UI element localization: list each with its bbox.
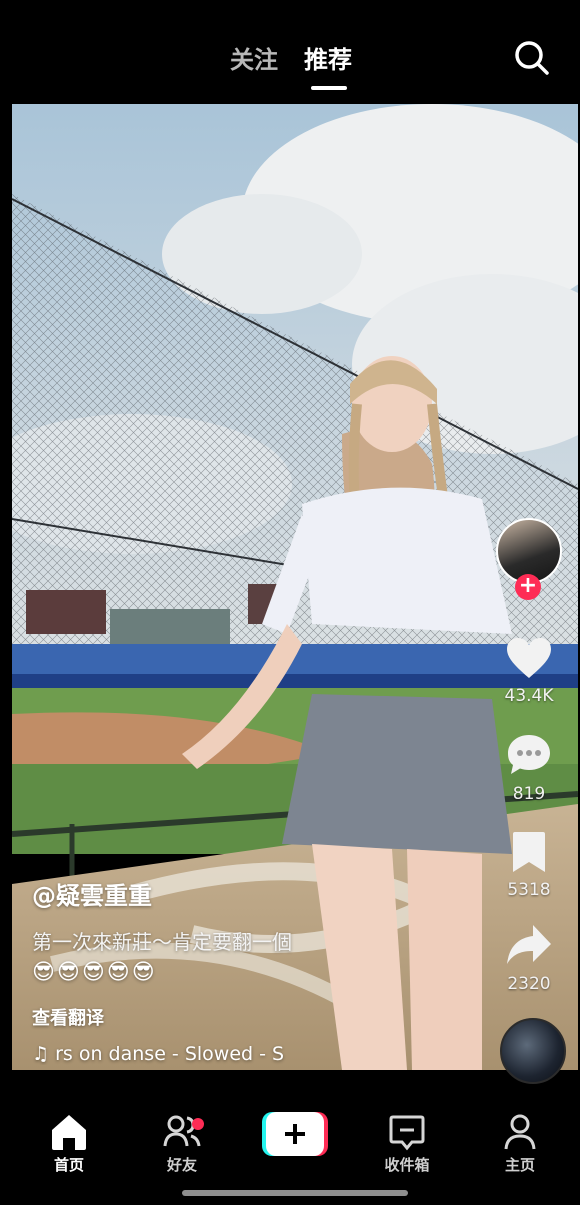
nav-home[interactable]: 首页 — [29, 1112, 109, 1175]
tab-for-you-label: 推荐 — [304, 46, 352, 74]
video-caption: 第一次來新莊～肯定要翻一個 — [32, 930, 292, 954]
notification-dot — [192, 1118, 204, 1130]
app-frame: 关注 推荐 + 43.4K 819 5318 2320 @疑雲重重 第一次來新莊… — [0, 0, 580, 1205]
author-username[interactable]: @疑雲重重 — [32, 876, 152, 911]
like-count: 43.4K — [504, 686, 554, 706]
favorite-count: 5318 — [507, 880, 551, 900]
inbox-icon — [389, 1115, 425, 1151]
share-count: 2320 — [507, 974, 551, 994]
music-disc[interactable] — [500, 1018, 566, 1084]
heart-icon — [507, 638, 551, 678]
nav-friends-label: 好友 — [166, 1156, 197, 1174]
search-icon — [515, 41, 549, 75]
nav-inbox[interactable]: 收件箱 — [367, 1112, 447, 1175]
create-plus-icon — [262, 1112, 328, 1156]
tab-following[interactable]: 关注 — [230, 40, 278, 75]
bookmark-icon — [513, 832, 545, 872]
home-icon — [52, 1115, 86, 1150]
translate-link[interactable]: 查看翻译 — [32, 1004, 104, 1030]
home-indicator — [182, 1190, 408, 1196]
nav-profile-label: 主页 — [504, 1156, 535, 1174]
share-arrow-icon — [507, 925, 551, 964]
feed-tabs: 关注 推荐 — [230, 40, 352, 90]
top-navigation: 关注 推荐 — [0, 0, 580, 104]
create-button[interactable] — [262, 1112, 328, 1156]
creator-avatar[interactable]: + — [496, 518, 562, 600]
music-note-icon: ♫ — [32, 1043, 50, 1065]
nav-profile[interactable]: 主页 — [480, 1112, 560, 1175]
tab-for-you[interactable]: 推荐 — [304, 40, 352, 90]
comment-count: 819 — [512, 784, 546, 804]
active-tab-indicator — [311, 86, 347, 90]
like-button[interactable]: 43.4K — [496, 636, 562, 706]
nav-friends[interactable]: 好友 — [142, 1112, 222, 1175]
profile-icon — [504, 1114, 536, 1150]
follow-button[interactable]: + — [515, 574, 541, 600]
caption-emojis: 😎😎😎😎😎 — [32, 960, 157, 985]
comment-button[interactable]: 819 — [496, 732, 562, 804]
nav-home-label: 首页 — [53, 1156, 84, 1174]
share-button[interactable]: 2320 — [496, 922, 562, 994]
nav-inbox-label: 收件箱 — [384, 1156, 430, 1174]
comment-icon — [508, 735, 550, 774]
music-info[interactable]: ♫ rs on danse - Slowed - S — [32, 1043, 332, 1065]
search-button[interactable] — [512, 38, 552, 78]
favorite-button[interactable]: 5318 — [496, 830, 562, 900]
music-title: rs on danse - Slowed - S — [55, 1043, 285, 1065]
